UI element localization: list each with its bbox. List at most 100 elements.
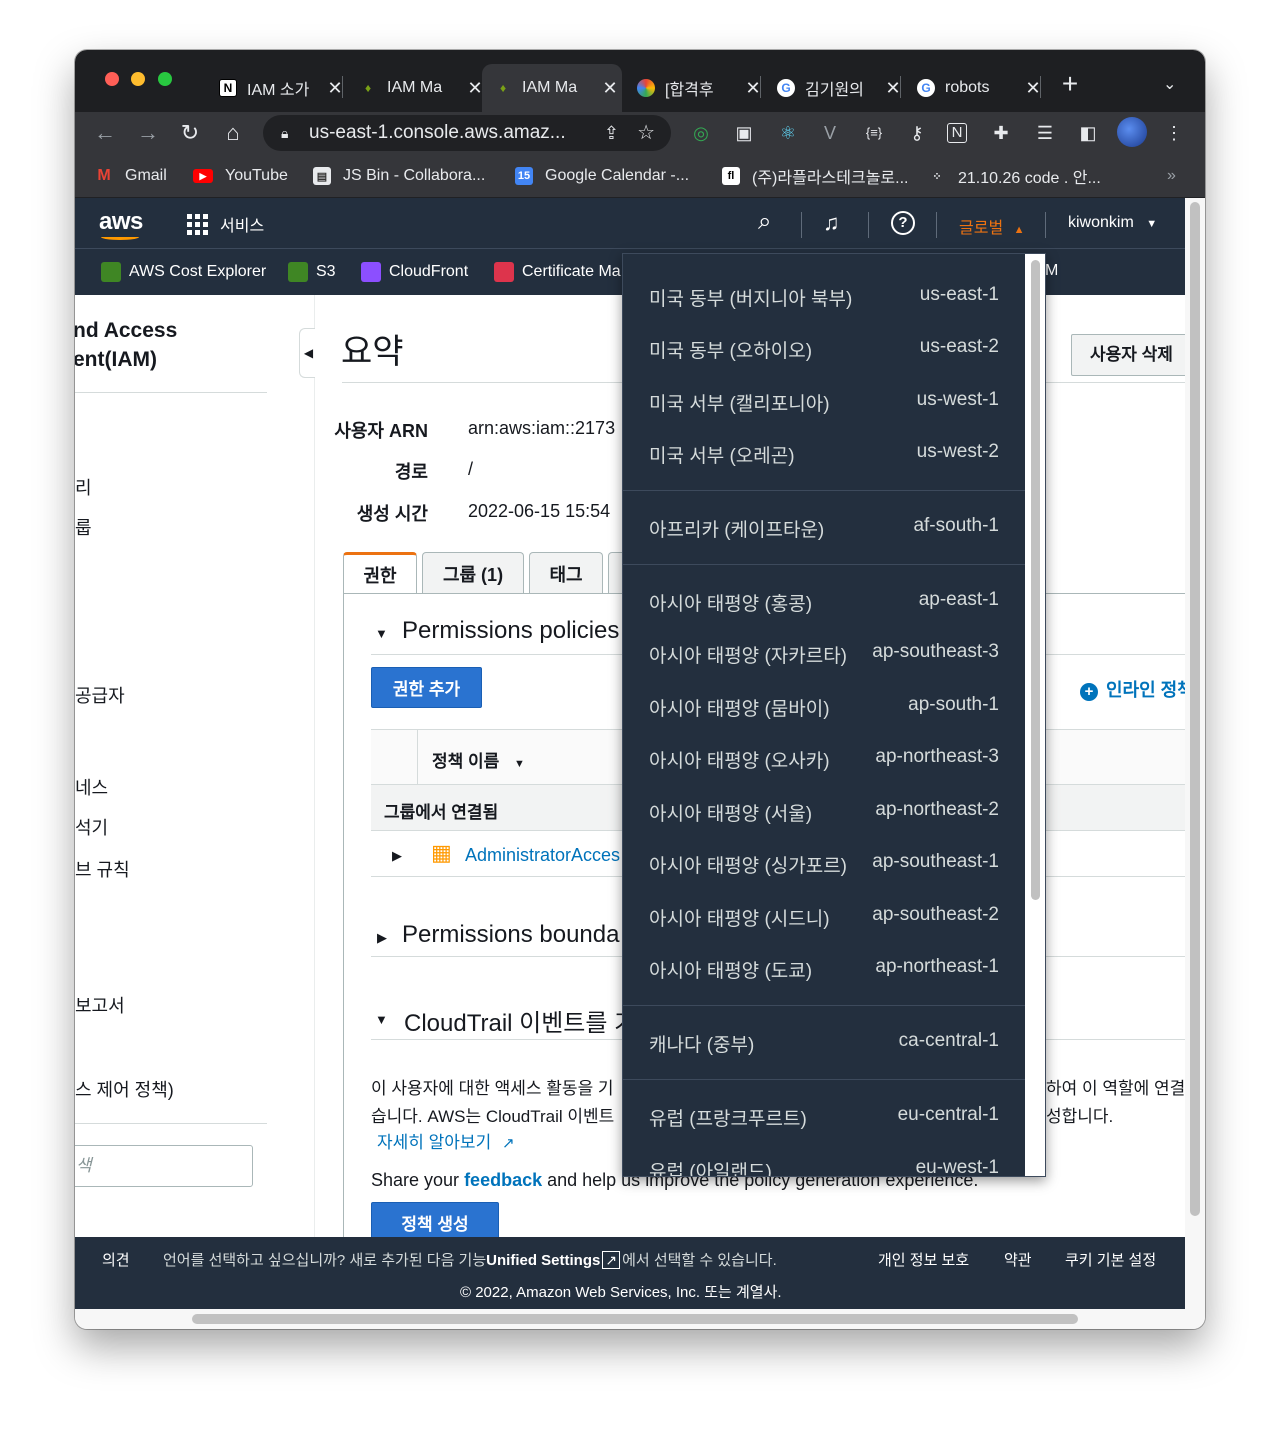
browser-tab[interactable]: N IAM 소가 ✕ (207, 64, 347, 112)
region-option[interactable]: 아시아 태평양 (자카르타) ap-southeast-3 (623, 627, 1027, 679)
close-tab-icon[interactable]: ✕ (1021, 78, 1045, 99)
profile-avatar[interactable] (1117, 117, 1147, 147)
region-option[interactable]: 미국 동부 (버지니아 북부) us-east-1 (623, 270, 1027, 322)
browser-tab-active[interactable]: ♦ IAM Ma ✕ (482, 64, 622, 112)
expand-caret-icon[interactable]: ▶ (392, 848, 402, 864)
region-option[interactable]: 아시아 태평양 (오사카) ap-northeast-3 (623, 732, 1027, 784)
policy-link[interactable]: AdministratorAcces (465, 845, 620, 866)
region-option[interactable]: 아시아 태평양 (서울) ap-northeast-2 (623, 785, 1027, 837)
react-devtools-icon[interactable]: ⚛ (775, 120, 801, 146)
region-selector[interactable]: 글로벌 ▲ (959, 214, 1025, 238)
tab-groups[interactable]: 그룹 (1) (422, 552, 524, 594)
region-option[interactable]: 미국 서부 (캘리포니아) us-west-1 (623, 375, 1027, 427)
nav-item[interactable]: 네스 (75, 774, 108, 800)
json-viewer-icon[interactable]: {≡} (861, 120, 887, 146)
reload-icon[interactable]: ↻ (175, 118, 205, 148)
close-tab-icon[interactable]: ✕ (881, 78, 905, 99)
permissions-boundary-heading[interactable]: Permissions bounda (402, 921, 619, 949)
unified-settings-link[interactable]: Unified Settings (486, 1252, 600, 1269)
add-permissions-button[interactable]: 권한 추가 (371, 667, 482, 708)
address-bar[interactable]: 🔒︎ us-east-1.console.aws.amaz... ⇪ ☆ (263, 115, 671, 151)
learn-more-link[interactable]: 자세히 알아보기 ↗ (377, 1128, 515, 1153)
region-option[interactable]: 유럽 (프랑크푸르트) eu-central-1 (623, 1090, 1027, 1142)
maximize-window-button[interactable] (158, 72, 172, 86)
bookmark-gmail[interactable]: M Gmail (95, 164, 166, 188)
browser-menu-icon[interactable]: ⋮ (1161, 120, 1187, 146)
services-menu[interactable]: 서비스 (187, 212, 264, 236)
region-option[interactable]: 유럽 (아일랜드) eu-west-1 (623, 1143, 1027, 1176)
aws-logo[interactable]: aws (99, 208, 143, 240)
home-icon[interactable]: ⌂ (218, 118, 248, 148)
bookmark-code[interactable]: ⁘ 21.10.26 code . 안... (928, 164, 1100, 188)
bookmark-google-calendar[interactable]: 15 Google Calendar -... (515, 164, 689, 188)
notifications-bell-icon[interactable]: ♫ (823, 210, 840, 236)
browser-tab[interactable]: [합격후 ✕ (625, 64, 765, 112)
favorite-cloudfront[interactable]: CloudFront (361, 262, 468, 282)
help-icon[interactable]: ? (891, 211, 915, 235)
extension-window-icon[interactable]: ▣ (731, 120, 757, 146)
add-inline-policy-link[interactable]: + 인라인 정책 (1080, 676, 1194, 702)
close-tab-icon[interactable]: ✕ (598, 78, 622, 99)
region-option[interactable]: 아시아 태평양 (시드니) ap-southeast-2 (623, 890, 1027, 942)
region-option[interactable]: 아프리카 (케이프타운) af-south-1 (623, 501, 1027, 553)
column-policy-name[interactable]: 정책 이름 ▼ (432, 747, 525, 772)
close-tab-icon[interactable]: ✕ (741, 78, 765, 99)
bookmark-star-icon[interactable]: ☆ (637, 115, 655, 151)
extensions-puzzle-icon[interactable]: ✚ (988, 120, 1014, 146)
nav-item[interactable]: 브 규칙 (75, 856, 130, 882)
close-tab-icon[interactable]: ✕ (323, 78, 347, 99)
close-window-button[interactable] (105, 72, 119, 86)
feedback-link[interactable]: feedback (464, 1170, 542, 1190)
favorite-cost-explorer[interactable]: AWS Cost Explorer (101, 262, 266, 282)
notion-clipper-icon[interactable]: N (947, 123, 967, 143)
terms-link[interactable]: 약관 (1004, 1249, 1032, 1270)
nav-item[interactable]: 공급자 (75, 682, 125, 708)
vue-devtools-icon[interactable]: V (817, 120, 843, 146)
nav-search-input[interactable]: 색 (75, 1145, 253, 1187)
favorite-s3[interactable]: S3 (288, 262, 336, 282)
favorite-certificate-manager[interactable]: Certificate Ma (494, 262, 621, 282)
region-menu-scrollbar[interactable] (1025, 254, 1045, 1176)
nav-item[interactable]: 리 (75, 474, 92, 500)
browser-tab[interactable]: G robots ✕ (905, 64, 1045, 112)
region-option[interactable]: 미국 서부 (오레곤) us-west-2 (623, 427, 1027, 479)
page-horizontal-scrollbar[interactable] (75, 1309, 1205, 1329)
tab-tags[interactable]: 태그 (529, 552, 603, 594)
page-vertical-scrollbar[interactable] (1185, 198, 1205, 1309)
cloudtrail-heading[interactable]: CloudTrail 이벤트를 기 (404, 1003, 636, 1038)
browser-tab[interactable]: G 김기원의 ✕ (765, 64, 905, 112)
nav-item[interactable]: 보고서 (75, 992, 125, 1018)
caret-down-icon[interactable]: ▼ (375, 626, 388, 641)
side-panel-icon[interactable]: ◧ (1075, 120, 1101, 146)
account-menu[interactable]: kiwonkim ▼ (1068, 214, 1157, 232)
reading-list-icon[interactable]: ☰ (1032, 120, 1058, 146)
scrollbar-thumb[interactable] (1031, 260, 1040, 900)
extension-target-icon[interactable]: ◎ (688, 120, 714, 146)
generate-policy-button[interactable]: 정책 생성 (371, 1202, 499, 1242)
caret-right-icon[interactable]: ▶ (377, 930, 387, 946)
bookmark-jsbin[interactable]: ▤ JS Bin - Collabora... (313, 164, 485, 188)
permissions-policies-heading[interactable]: Permissions policies (402, 617, 619, 645)
nav-item[interactable]: 스 제어 정책) (75, 1076, 174, 1102)
back-icon[interactable]: ← (90, 118, 120, 148)
browser-tab[interactable]: ♦ IAM Ma ✕ (347, 64, 487, 112)
region-option[interactable]: 아시아 태평양 (도쿄) ap-northeast-1 (623, 942, 1027, 994)
scrollbar-thumb[interactable] (192, 1314, 1078, 1324)
delete-user-button[interactable]: 사용자 삭제 (1071, 334, 1201, 376)
bookmark-laplace[interactable]: fl (주)라플라스테크놀로... (722, 164, 908, 188)
region-option[interactable]: 아시아 태평양 (뭄바이) ap-south-1 (623, 680, 1027, 732)
search-icon[interactable]: ⌕ (758, 208, 771, 236)
key-extension-icon[interactable]: ⚷ (904, 120, 930, 146)
favorite-truncated[interactable]: M (1045, 262, 1058, 280)
region-option[interactable]: 미국 동부 (오하이오) us-east-2 (623, 322, 1027, 374)
region-option[interactable]: 캐나다 (중부) ca-central-1 (623, 1016, 1027, 1068)
new-tab-button[interactable]: + (1055, 68, 1085, 100)
privacy-link[interactable]: 개인 정보 보호 (878, 1249, 969, 1270)
nav-item[interactable]: 석기 (75, 814, 108, 840)
bookmark-youtube[interactable]: ▶ YouTube (193, 164, 288, 188)
region-option[interactable]: 아시아 태평양 (홍콩) ap-east-1 (623, 575, 1027, 627)
caret-down-icon[interactable]: ▼ (375, 1012, 388, 1027)
share-icon[interactable]: ⇪ (604, 115, 619, 151)
nav-item[interactable]: 룹 (75, 514, 92, 540)
forward-icon[interactable]: → (133, 118, 163, 148)
